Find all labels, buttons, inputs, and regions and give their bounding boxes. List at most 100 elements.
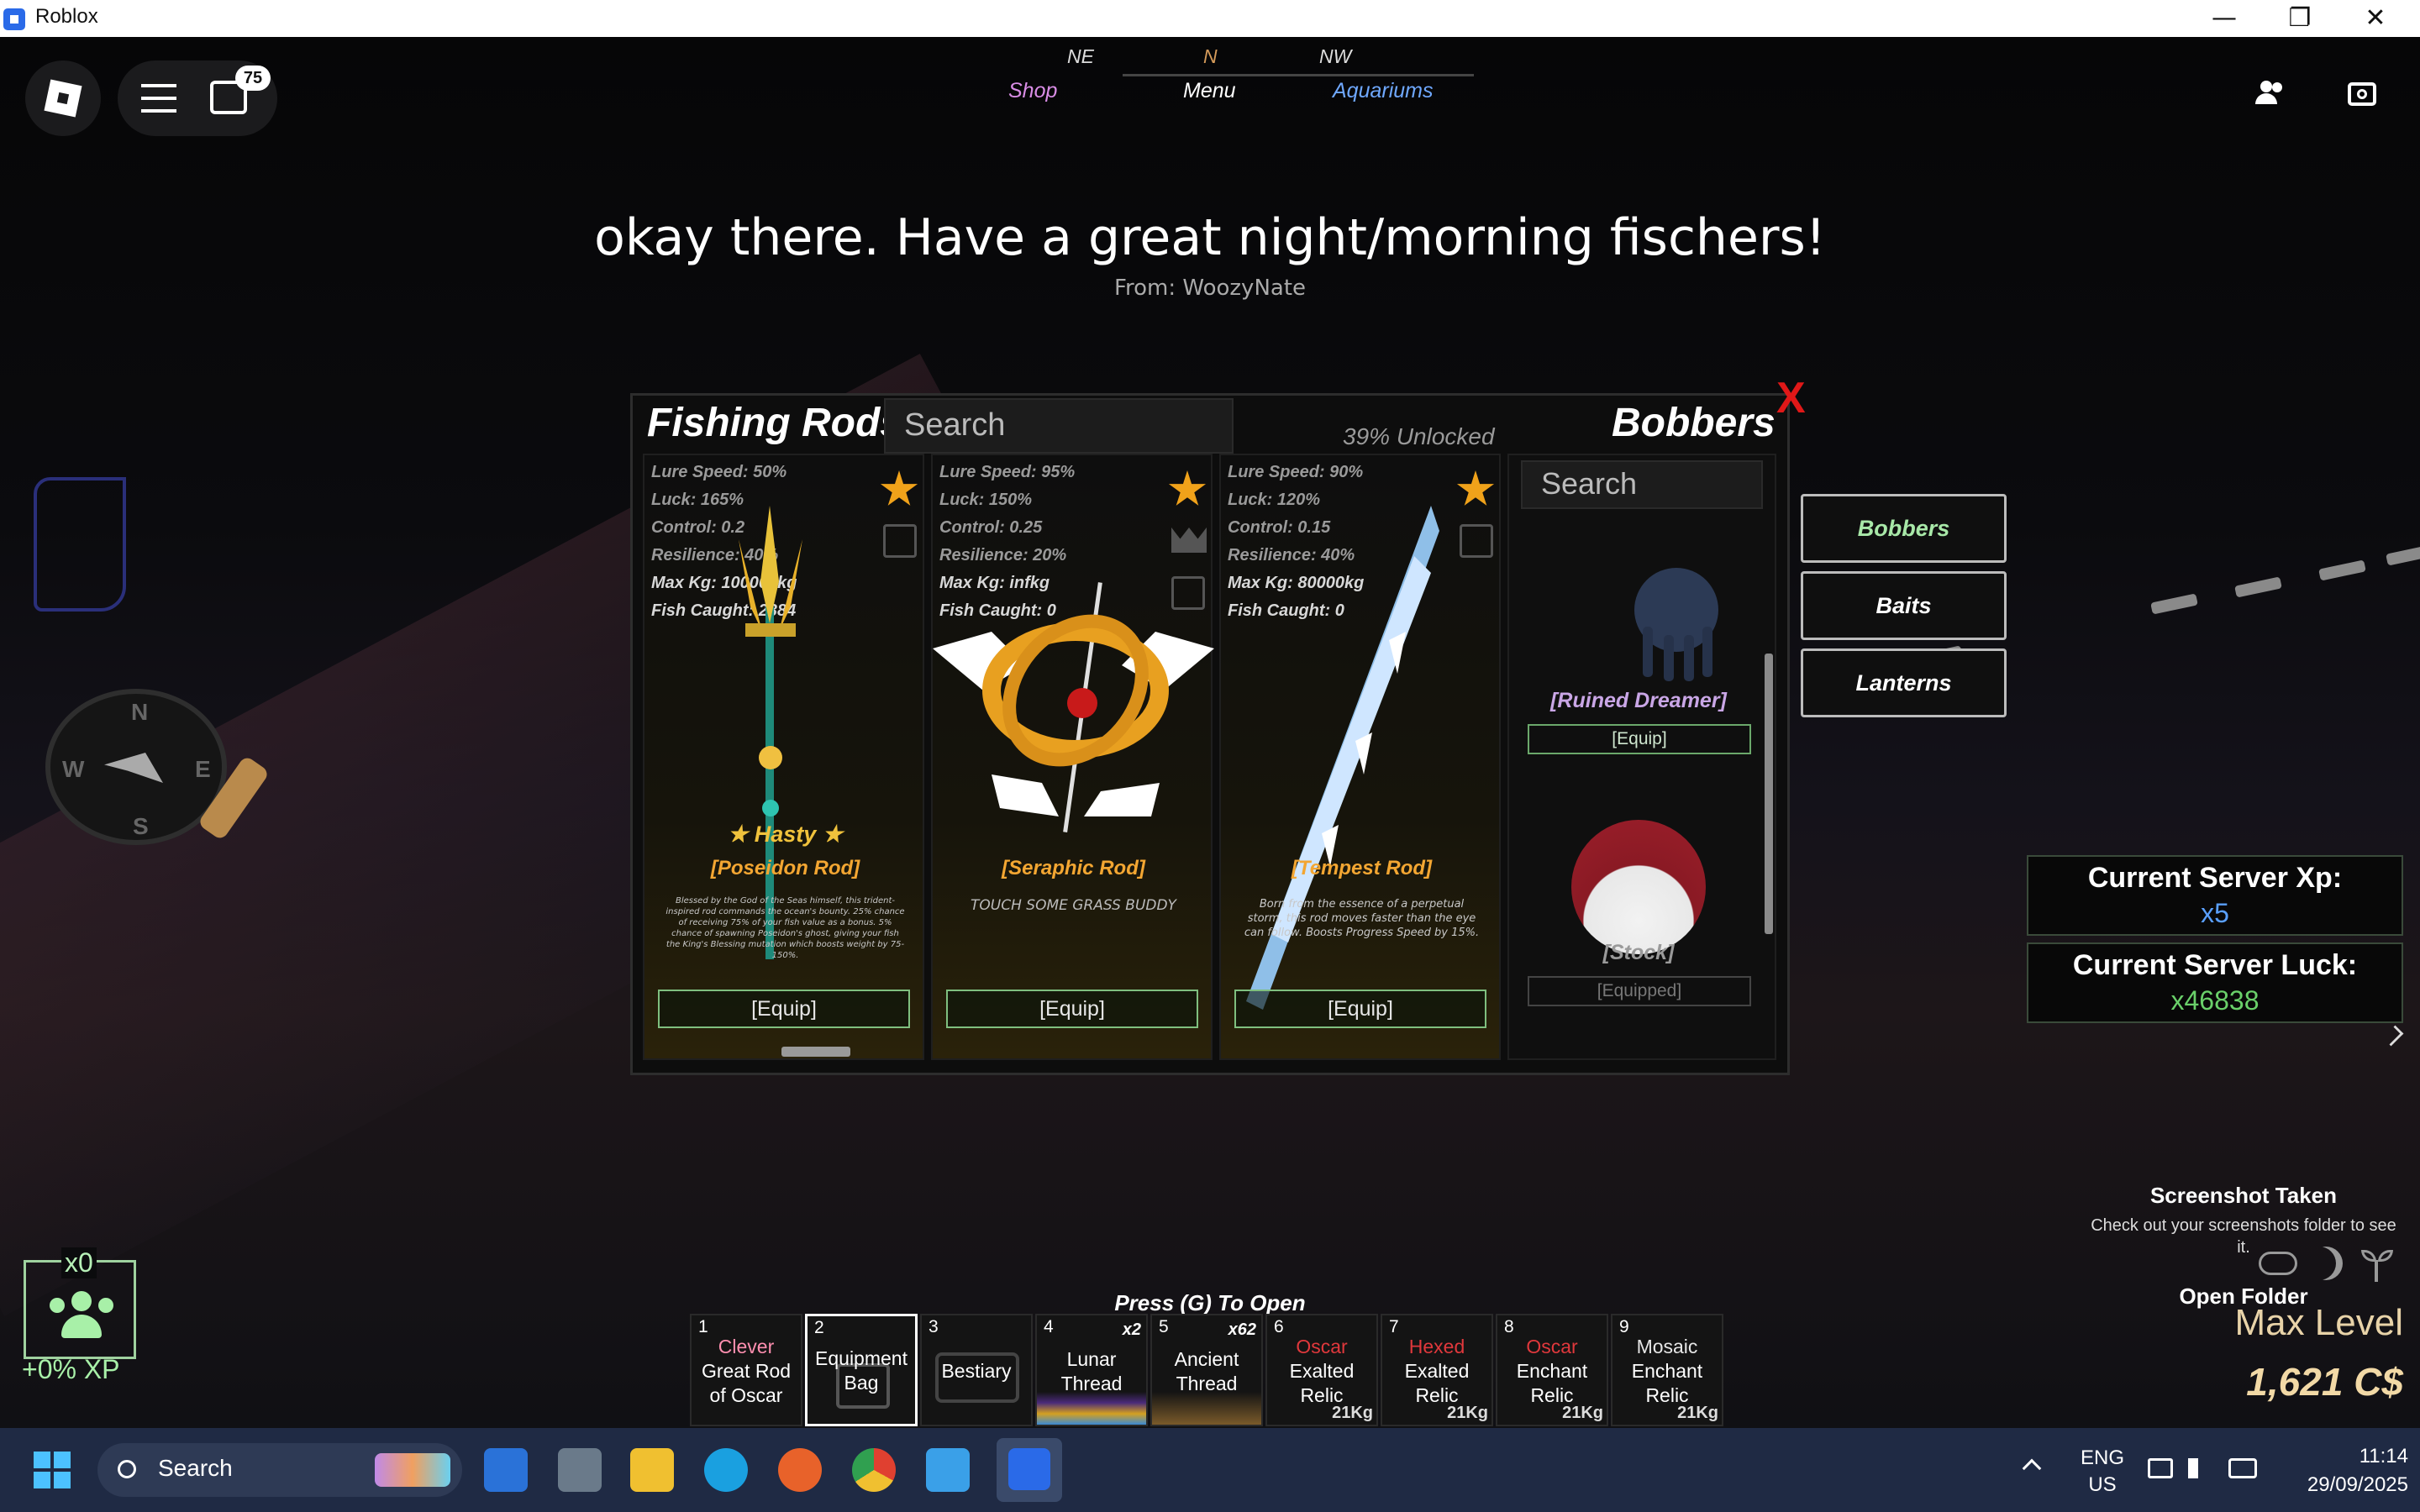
compass-nw: NW [1319, 45, 1352, 67]
tab-bobbers[interactable]: Bobbers [1801, 494, 2007, 563]
taskbar-date[interactable]: 29/09/2025 [2282, 1473, 2408, 1497]
party-box[interactable]: x0 [24, 1247, 136, 1359]
firefox-icon[interactable] [778, 1448, 822, 1492]
search-icon [118, 1460, 136, 1478]
cloud-icon [2259, 1252, 2297, 1275]
poseidon-trident-image [729, 506, 813, 959]
favorite-star-icon[interactable] [1168, 470, 1207, 506]
close-panel-button[interactable]: X [1776, 373, 1806, 423]
taskbar-time[interactable]: 11:14 [2282, 1445, 2408, 1468]
party-xp-bonus: +0% XP [22, 1354, 120, 1384]
aquariums-button[interactable]: Aquariums [1333, 79, 1434, 103]
rod-name: [Tempest Rod] [1291, 857, 1433, 879]
compass-needle-icon [104, 753, 163, 783]
hotbar-slot-4[interactable]: 4 x2 Lunar Thread [1035, 1314, 1148, 1426]
battery-icon[interactable] [2228, 1458, 2257, 1478]
rename-edit-icon[interactable] [883, 524, 917, 558]
crown-icon [1171, 528, 1207, 553]
hotbar-slot-7[interactable]: 7 Hexed Exalted Relic 21Kg [1381, 1314, 1493, 1426]
favorite-star-icon[interactable] [1456, 470, 1495, 506]
server-xp-label: Current Server Xp: [2087, 862, 2343, 894]
speaker-muted-icon[interactable] [2188, 1458, 2213, 1478]
edge-icon[interactable] [704, 1448, 748, 1492]
notification-title: Screenshot Taken [2149, 1183, 2338, 1208]
chrome-icon[interactable] [852, 1448, 896, 1492]
network-icon[interactable] [2148, 1458, 2173, 1478]
language-top[interactable]: ENG [2079, 1446, 2126, 1470]
party-count: x0 [61, 1247, 97, 1278]
bobber-name: [Stock] [1602, 941, 1675, 964]
vertical-scrollbar[interactable] [1765, 654, 1773, 934]
bobber-equip-button[interactable]: [Equip] [1528, 724, 1751, 754]
equip-button[interactable]: [Equip] [1234, 990, 1486, 1028]
rod-description: TOUCH SOME GRASS BUDDY [971, 897, 1176, 914]
compass-line [1123, 74, 1474, 76]
bobber-equipped-button[interactable]: [Equipped] [1528, 976, 1751, 1006]
hotbar-slot-2[interactable]: 2 Equipment Bag [805, 1314, 918, 1426]
hotbar-slot-1[interactable]: 1 Clever Great Rod of Oscar [690, 1314, 802, 1426]
unlocked-percentage: 39% Unlocked [1343, 423, 1495, 449]
roblox-taskbar-active[interactable] [997, 1438, 1062, 1502]
rod-enchant: ★ Hasty ★ [728, 822, 843, 847]
window-title-bar: Roblox — ❐ ✕ [0, 0, 2420, 37]
slot-prefix: Mosaic [1636, 1336, 1698, 1357]
rods-search-input[interactable]: Search [884, 398, 1234, 454]
roblox-logo-icon [44, 79, 82, 118]
bobbers-search-input[interactable]: Search [1521, 460, 1763, 509]
slot-label: Equipment Bag [815, 1347, 908, 1394]
friends-icon[interactable] [2255, 81, 2286, 106]
close-window-button[interactable]: ✕ [2338, 0, 2413, 37]
slot-prefix: Oscar [1296, 1336, 1348, 1357]
ruined-dreamer-bobber-icon [1613, 559, 1739, 685]
minimize-button[interactable]: — [2186, 0, 2262, 37]
roblox-menu-button[interactable] [25, 60, 101, 136]
hotbar-slot-9[interactable]: 9 Mosaic Enchant Relic 21Kg [1611, 1314, 1723, 1426]
file-explorer-icon[interactable] [630, 1448, 674, 1492]
taskbar-search-box[interactable]: Search [97, 1443, 462, 1497]
edge-dev-icon[interactable] [484, 1448, 528, 1492]
slot-prefix: Oscar [1526, 1336, 1578, 1357]
road-marking [2386, 544, 2420, 566]
camera-icon[interactable] [2348, 82, 2376, 106]
hotbar-slot-5[interactable]: 5 x62 Ancient Thread [1150, 1314, 1263, 1426]
notepad-icon[interactable] [926, 1448, 970, 1492]
menu-button[interactable]: Menu [1183, 79, 1236, 103]
panel-title: Fishing Rods [647, 401, 902, 445]
tab-baits[interactable]: Baits [1801, 571, 2007, 640]
horizontal-scrollbar[interactable] [781, 1047, 850, 1057]
minimap-east: E [195, 756, 211, 782]
seraphic-rod-image [933, 564, 1214, 850]
hamburger-menu-icon[interactable] [141, 84, 176, 113]
rod-card-tempest[interactable]: Lure Speed: 90% Luck: 120% Control: 0.15… [1219, 454, 1501, 1060]
language-bottom[interactable]: US [2079, 1473, 2126, 1497]
slot-label: Enchant Relic [1516, 1360, 1588, 1406]
compass-ne: NE [1067, 45, 1094, 67]
road-marking [2150, 593, 2198, 615]
tab-lanterns[interactable]: Lanterns [1801, 648, 2007, 717]
shop-button[interactable]: Shop [1008, 79, 1057, 103]
stock-bobber-icon [1571, 820, 1706, 954]
calculator-icon[interactable] [558, 1448, 602, 1492]
hotbar-slot-6[interactable]: 6 Oscar Exalted Relic 21Kg [1265, 1314, 1378, 1426]
map-landmass [34, 477, 126, 612]
minimap-south: S [133, 813, 149, 839]
server-xp-box: Current Server Xp: x5 [2027, 855, 2403, 936]
chat-unread-badge: 75 [235, 66, 271, 91]
restore-button[interactable]: ❐ [2262, 0, 2338, 37]
rename-edit-icon[interactable] [1460, 524, 1493, 558]
hotbar-slot-3[interactable]: 3 Bestiary [920, 1314, 1033, 1426]
hotbar-slot-8[interactable]: 8 Oscar Enchant Relic 21Kg [1496, 1314, 1608, 1426]
slot-label: Exalted Relic [1289, 1360, 1355, 1406]
currency-amount: 1,621 C$ [2246, 1360, 2403, 1404]
hotbar-hint: Press (G) To Open [1114, 1290, 1306, 1315]
equip-button[interactable]: [Equip] [946, 990, 1198, 1028]
slot-label: Lunar Thread [1060, 1348, 1123, 1394]
rod-card-poseidon[interactable]: Lure Speed: 50% Luck: 165% Control: 0.2 … [643, 454, 924, 1060]
windows-start-icon[interactable] [34, 1452, 71, 1488]
announcement-sender: From: WoozyNate [1113, 276, 1307, 301]
rod-card-seraphic[interactable]: Lure Speed: 95% Luck: 150% Control: 0.25… [931, 454, 1214, 1060]
favorite-star-icon[interactable] [880, 470, 918, 506]
slot-label: Exalted Relic [1404, 1360, 1470, 1406]
party-group-icon [50, 1291, 117, 1341]
equip-button[interactable]: [Equip] [658, 990, 910, 1028]
